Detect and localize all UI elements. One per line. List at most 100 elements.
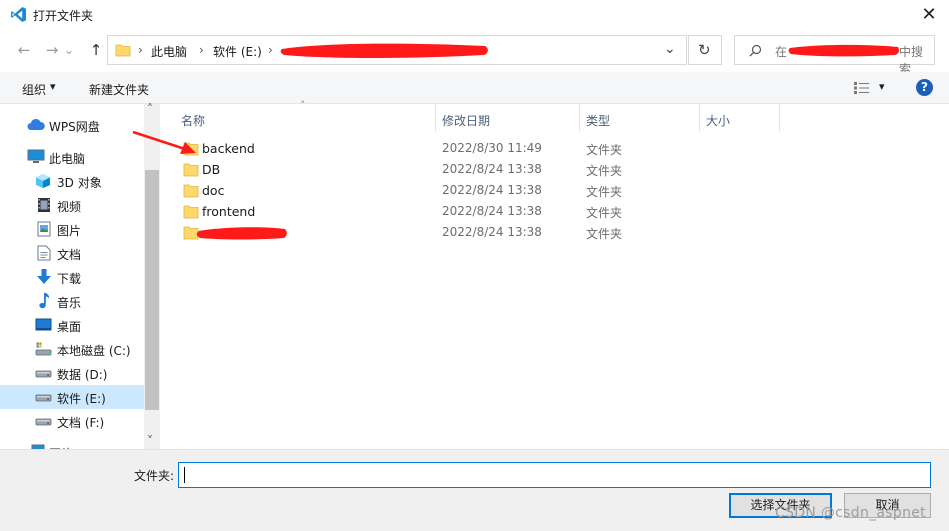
file-name: DB (202, 162, 221, 177)
sidebar-item-network[interactable]: 网络 (0, 440, 144, 449)
folder-label: 文件夹: (134, 469, 175, 483)
breadcrumb-drive-e[interactable]: 软件 (E:) (213, 43, 262, 60)
sidebar-item-label: 下载 (57, 272, 82, 286)
redaction-mark (196, 227, 287, 240)
folder-icon (183, 184, 199, 198)
forward-button[interactable]: → (40, 38, 64, 62)
file-row-redacted[interactable]: 2022/8/24 13:38 文件夹 (160, 222, 949, 243)
sidebar-item-label: 文档 (F:) (57, 416, 105, 430)
search-icon (749, 44, 762, 57)
file-row-backend[interactable]: backend 2022/8/30 11:49 文件夹 (160, 138, 949, 159)
address-bar[interactable]: › 此电脑 › 软件 (E:) › ⌄ (107, 35, 687, 65)
sidebar-item-documents[interactable]: 文档 (0, 241, 144, 265)
sidebar-item-label: 数据 (D:) (57, 368, 108, 382)
file-modified: 2022/8/24 13:38 (442, 162, 542, 176)
sidebar-item-videos[interactable]: 视频 (0, 193, 144, 217)
file-type: 文件夹 (586, 206, 623, 220)
column-header-modified[interactable]: 修改日期 (442, 112, 490, 129)
file-modified: 2022/8/24 13:38 (442, 183, 542, 197)
sidebar-item-label: 视频 (57, 200, 82, 214)
scrollbar-thumb[interactable] (145, 170, 159, 410)
drive-icon (35, 394, 52, 402)
file-modified: 2022/8/30 11:49 (442, 141, 542, 155)
desktop-icon (35, 318, 52, 331)
sidebar-item-drive-d[interactable]: 数据 (D:) (0, 361, 144, 385)
search-input[interactable]: 在 中搜索 (734, 35, 935, 76)
refresh-icon: ↻ (698, 41, 711, 59)
download-icon (37, 269, 51, 284)
sidebar-item-music[interactable]: 音乐 (0, 289, 144, 313)
file-name: frontend (202, 204, 256, 219)
file-row-frontend[interactable]: frontend 2022/8/24 13:38 文件夹 (160, 201, 949, 222)
file-name: doc (202, 183, 225, 198)
back-button[interactable]: ← (12, 38, 36, 62)
annotation-arrow (132, 130, 196, 154)
music-icon (39, 293, 50, 309)
column-divider[interactable] (579, 104, 580, 132)
scroll-down-button[interactable]: ˅ (147, 434, 153, 448)
column-divider[interactable] (779, 104, 780, 132)
file-type: 文件夹 (586, 185, 623, 199)
redaction-mark (788, 44, 899, 57)
sidebar-item-label: 文档 (57, 248, 82, 262)
watermark: CSDN @csdn_aspnet (775, 505, 926, 521)
sidebar-item-label: WPS网盘 (49, 120, 100, 134)
sidebar-item-desktop[interactable]: 桌面 (0, 313, 144, 337)
file-modified: 2022/8/24 13:38 (442, 225, 542, 239)
help-button[interactable]: ? (916, 79, 933, 96)
breadcrumb-this-pc[interactable]: 此电脑 (151, 43, 187, 60)
computer-icon (27, 149, 45, 163)
file-row-doc[interactable]: doc 2022/8/24 13:38 文件夹 (160, 180, 949, 201)
column-divider[interactable] (435, 104, 436, 132)
refresh-button[interactable]: ↻ (688, 35, 722, 65)
view-options-icon[interactable] (853, 81, 871, 95)
sidebar-item-3d-objects[interactable]: 3D 对象 (0, 169, 144, 193)
organize-arrow-icon[interactable]: ▾ (50, 80, 56, 93)
column-divider[interactable] (699, 104, 700, 132)
sidebar-item-label: 3D 对象 (57, 176, 102, 190)
organize-menu[interactable]: 组织 (22, 81, 46, 98)
system-drive-icon (35, 342, 52, 356)
search-placeholder-prefix: 在 (775, 45, 788, 59)
file-type: 文件夹 (586, 164, 623, 178)
close-button[interactable]: ✕ (912, 2, 946, 28)
command-toolbar: 组织 ▾ 新建文件夹 ▾ ? (0, 72, 949, 104)
sidebar-item-label: 音乐 (57, 296, 82, 310)
title-bar: 打开文件夹 ✕ (0, 0, 949, 30)
column-header-size[interactable]: 大小 (706, 112, 730, 129)
new-folder-button[interactable]: 新建文件夹 (89, 81, 149, 98)
sidebar-item-label: 本地磁盘 (C:) (57, 344, 131, 358)
column-header (160, 104, 949, 132)
breadcrumb-separator: › (268, 43, 273, 57)
file-row-db[interactable]: DB 2022/8/24 13:38 文件夹 (160, 159, 949, 180)
text-caret (184, 467, 185, 483)
breadcrumb-separator: › (199, 43, 204, 57)
up-button[interactable]: ↑ (84, 38, 108, 62)
sidebar-item-drive-c[interactable]: 本地磁盘 (C:) (0, 337, 144, 361)
file-name: backend (202, 141, 255, 156)
folder-icon (183, 163, 199, 177)
sidebar-item-drive-f[interactable]: 文档 (F:) (0, 409, 144, 433)
sidebar-item-drive-e[interactable]: 软件 (E:) (0, 385, 144, 409)
vscode-icon (11, 7, 26, 22)
picture-icon (37, 221, 51, 237)
redaction-mark (280, 43, 488, 58)
sidebar-item-label: 图片 (57, 224, 82, 238)
recent-locations-button[interactable]: ⌄ (62, 38, 76, 62)
column-header-name[interactable]: 名称 (181, 112, 205, 129)
help-icon: ? (921, 80, 928, 94)
scroll-up-button[interactable]: ˄ (147, 102, 153, 116)
column-header-type[interactable]: 类型 (586, 112, 610, 129)
file-modified: 2022/8/24 13:38 (442, 204, 542, 218)
drive-icon (35, 370, 52, 378)
sidebar-item-downloads[interactable]: 下载 (0, 265, 144, 289)
folder-icon (115, 44, 131, 57)
address-dropdown[interactable]: ⌄ (664, 41, 676, 57)
folder-name-input[interactable] (178, 462, 931, 488)
sidebar-item-pictures[interactable]: 图片 (0, 217, 144, 241)
sidebar-item-wps-cloud[interactable]: WPS网盘 (0, 113, 144, 137)
view-options-arrow-icon[interactable]: ▾ (879, 80, 885, 93)
video-icon (38, 198, 50, 212)
sidebar-item-this-pc[interactable]: 此电脑 (0, 145, 144, 169)
sidebar-item-label: 桌面 (57, 320, 82, 334)
